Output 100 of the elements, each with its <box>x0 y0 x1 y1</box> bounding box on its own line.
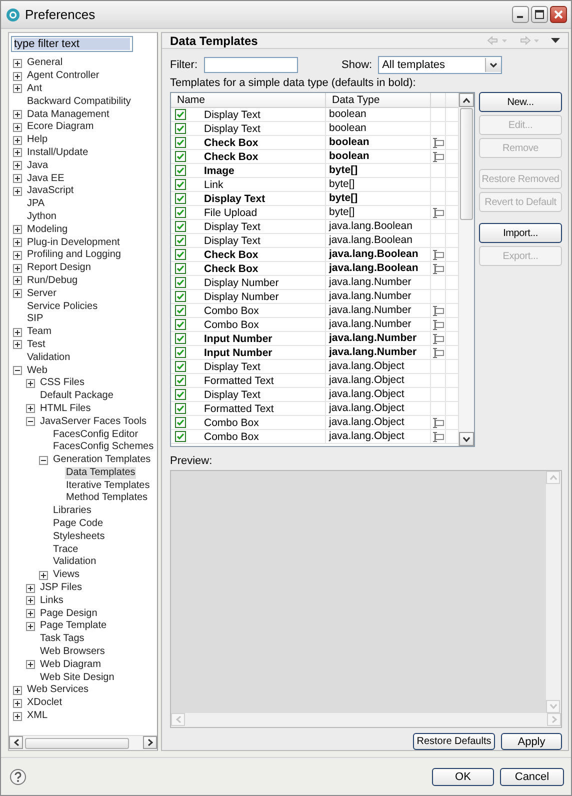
restore-defaults-button[interactable]: Restore Defaults <box>413 733 495 750</box>
maximize-button[interactable] <box>531 6 548 23</box>
tree-item[interactable]: Default Package <box>39 390 114 402</box>
expand-icon[interactable] <box>13 276 22 286</box>
tree-item[interactable]: Jython <box>26 210 58 223</box>
checkbox[interactable] <box>175 277 186 288</box>
tree-item[interactable]: Libraries <box>52 505 92 518</box>
tree-item[interactable]: Ecore Diagram <box>26 121 95 134</box>
tree-item[interactable]: Task Tags <box>39 633 86 646</box>
expand-icon[interactable] <box>39 570 48 580</box>
checkbox[interactable] <box>175 361 186 372</box>
tree-item[interactable]: FacesConfig Schemes <box>52 441 155 454</box>
tree-item[interactable]: Backward Compatibility <box>26 96 132 108</box>
checkbox[interactable] <box>175 291 186 302</box>
checkbox[interactable] <box>175 249 186 260</box>
action-button[interactable]: New... <box>479 92 562 112</box>
checkbox[interactable] <box>175 123 186 134</box>
expand-icon[interactable] <box>13 174 22 184</box>
tree-item[interactable]: JPA <box>26 198 46 210</box>
checkbox[interactable] <box>175 235 186 246</box>
column-header[interactable]: Data Type <box>326 93 431 107</box>
expand-icon[interactable] <box>26 660 35 670</box>
checkbox[interactable] <box>175 137 186 148</box>
menu-icon[interactable] <box>551 38 560 43</box>
filter-field[interactable] <box>204 57 298 73</box>
filter-field[interactable]: type filter text <box>11 36 133 52</box>
expand-icon[interactable] <box>13 238 22 248</box>
tree-item[interactable]: Page Template <box>39 620 108 632</box>
expand-icon[interactable] <box>13 58 22 68</box>
tree-item[interactable]: Install/Update <box>26 146 90 159</box>
expand-icon[interactable] <box>13 225 22 234</box>
expand-icon[interactable] <box>13 328 22 337</box>
expand-icon[interactable] <box>13 148 22 158</box>
tree-item[interactable]: XML <box>26 710 49 722</box>
minimize-button[interactable] <box>512 6 529 23</box>
tree-item[interactable]: Agent Controller <box>26 70 100 82</box>
tree-item[interactable]: Stylesheets <box>52 530 106 543</box>
tree-item[interactable]: CSS Files <box>39 377 86 390</box>
checkbox[interactable] <box>175 347 186 358</box>
horizontal-scrollbar[interactable] <box>9 735 157 750</box>
expand-icon[interactable] <box>13 122 22 132</box>
tree-item[interactable]: Web Browsers <box>39 646 106 658</box>
checkbox[interactable] <box>175 207 186 218</box>
tree-item[interactable]: Test <box>26 338 46 351</box>
tree-item[interactable]: Data Templates <box>65 466 136 479</box>
tree-item[interactable]: Generation Templates <box>52 454 152 466</box>
checkbox[interactable] <box>175 403 186 414</box>
checkbox[interactable] <box>175 375 186 386</box>
tree-item[interactable]: Java <box>26 160 50 172</box>
apply-button[interactable]: Apply <box>501 733 562 750</box>
tree-item[interactable]: Team <box>26 326 52 338</box>
tree-item[interactable]: Web <box>26 364 48 377</box>
collapse-icon[interactable] <box>26 417 35 426</box>
tree-item[interactable]: Data Management <box>26 108 110 121</box>
show-dropdown[interactable]: All templates <box>378 56 502 74</box>
tree-item[interactable]: FacesConfig Editor <box>52 428 140 440</box>
checkbox[interactable] <box>175 165 186 176</box>
tree-item[interactable]: XDoclet <box>26 697 64 710</box>
tree-item[interactable]: Views <box>52 569 80 582</box>
tree-item[interactable]: Ant <box>26 82 44 95</box>
checkbox[interactable] <box>175 193 186 204</box>
tree-item[interactable]: JavaScript <box>26 185 75 198</box>
column-header[interactable]: Name <box>171 93 326 107</box>
scroll-down-button[interactable] <box>459 432 474 446</box>
tree-item[interactable]: Method Templates <box>65 492 149 504</box>
tree-item[interactable]: Profiling and Logging <box>26 249 122 262</box>
tree-item[interactable]: JSP Files <box>39 582 84 594</box>
checkbox[interactable] <box>175 333 186 344</box>
ok-button[interactable]: OK <box>432 768 494 786</box>
expand-icon[interactable] <box>13 72 22 81</box>
tree-item[interactable]: Trace <box>52 544 80 556</box>
expand-icon[interactable] <box>13 289 22 298</box>
scroll-thumb[interactable] <box>460 108 473 220</box>
tree-item[interactable]: Report Design <box>26 262 92 274</box>
checkbox[interactable] <box>175 109 186 120</box>
expand-icon[interactable] <box>13 698 22 708</box>
checkbox[interactable] <box>175 389 186 400</box>
tree-item[interactable]: HTML Files <box>39 402 92 415</box>
expand-icon[interactable] <box>13 712 22 721</box>
checkbox[interactable] <box>175 221 186 232</box>
checkbox[interactable] <box>175 319 186 330</box>
tree-item[interactable]: Help <box>26 134 49 146</box>
expand-icon[interactable] <box>26 404 35 414</box>
tree-item[interactable]: Web Site Design <box>39 672 116 684</box>
scroll-right-button[interactable] <box>143 736 157 749</box>
tree-item[interactable]: Run/Debug <box>26 274 79 287</box>
tree-item[interactable]: Page Design <box>39 608 98 620</box>
expand-icon[interactable] <box>13 250 22 260</box>
scroll-thumb[interactable] <box>25 738 130 748</box>
expand-icon[interactable] <box>26 609 35 618</box>
tree-item[interactable]: Iterative Templates <box>65 480 151 492</box>
tree-item[interactable]: Validation <box>52 556 98 568</box>
tree-item[interactable]: Validation <box>26 352 72 364</box>
tree-item[interactable]: Plug-in Development <box>26 236 121 249</box>
tree-item[interactable]: Web Diagram <box>39 658 102 671</box>
tree-item[interactable]: Web Services <box>26 684 90 696</box>
expand-icon[interactable] <box>26 378 35 388</box>
tree-item[interactable]: JavaServer Faces Tools <box>39 416 148 428</box>
checkbox[interactable] <box>175 151 186 162</box>
checkbox[interactable] <box>175 431 186 442</box>
